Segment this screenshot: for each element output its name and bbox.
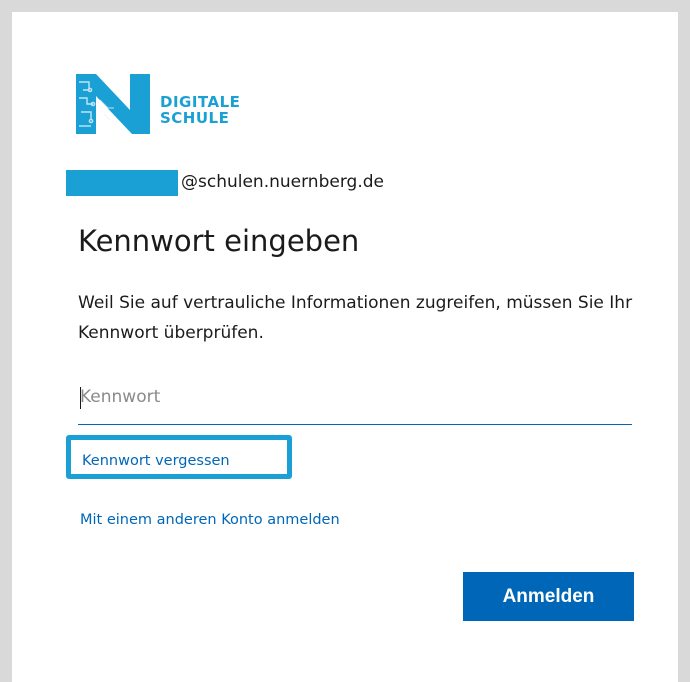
- signin-button[interactable]: Anmelden: [463, 572, 634, 621]
- redacted-username: [66, 170, 178, 196]
- digitale-schule-logo-icon: [76, 74, 150, 134]
- signin-card: DIGITALE SCHULE @schulen.nuernberg.de Ke…: [12, 12, 678, 682]
- logo-wordmark: DIGITALE SCHULE: [160, 94, 240, 126]
- account-email: @schulen.nuernberg.de: [181, 172, 384, 192]
- logo-text-line2: SCHULE: [160, 109, 230, 127]
- password-input[interactable]: [78, 380, 620, 414]
- forgot-password-link[interactable]: Kennwort vergessen: [82, 453, 230, 469]
- school-logo: DIGITALE SCHULE: [76, 74, 276, 154]
- page-description: Weil Sie auf vertrauliche Informationen …: [78, 293, 633, 343]
- password-field-wrapper: [78, 372, 632, 425]
- logo-text-line1: DIGITALE: [160, 93, 241, 111]
- other-account-link[interactable]: Mit einem anderen Konto anmelden: [80, 512, 340, 528]
- page-title: Kennwort eingeben: [78, 224, 360, 258]
- text-caret: [80, 387, 81, 409]
